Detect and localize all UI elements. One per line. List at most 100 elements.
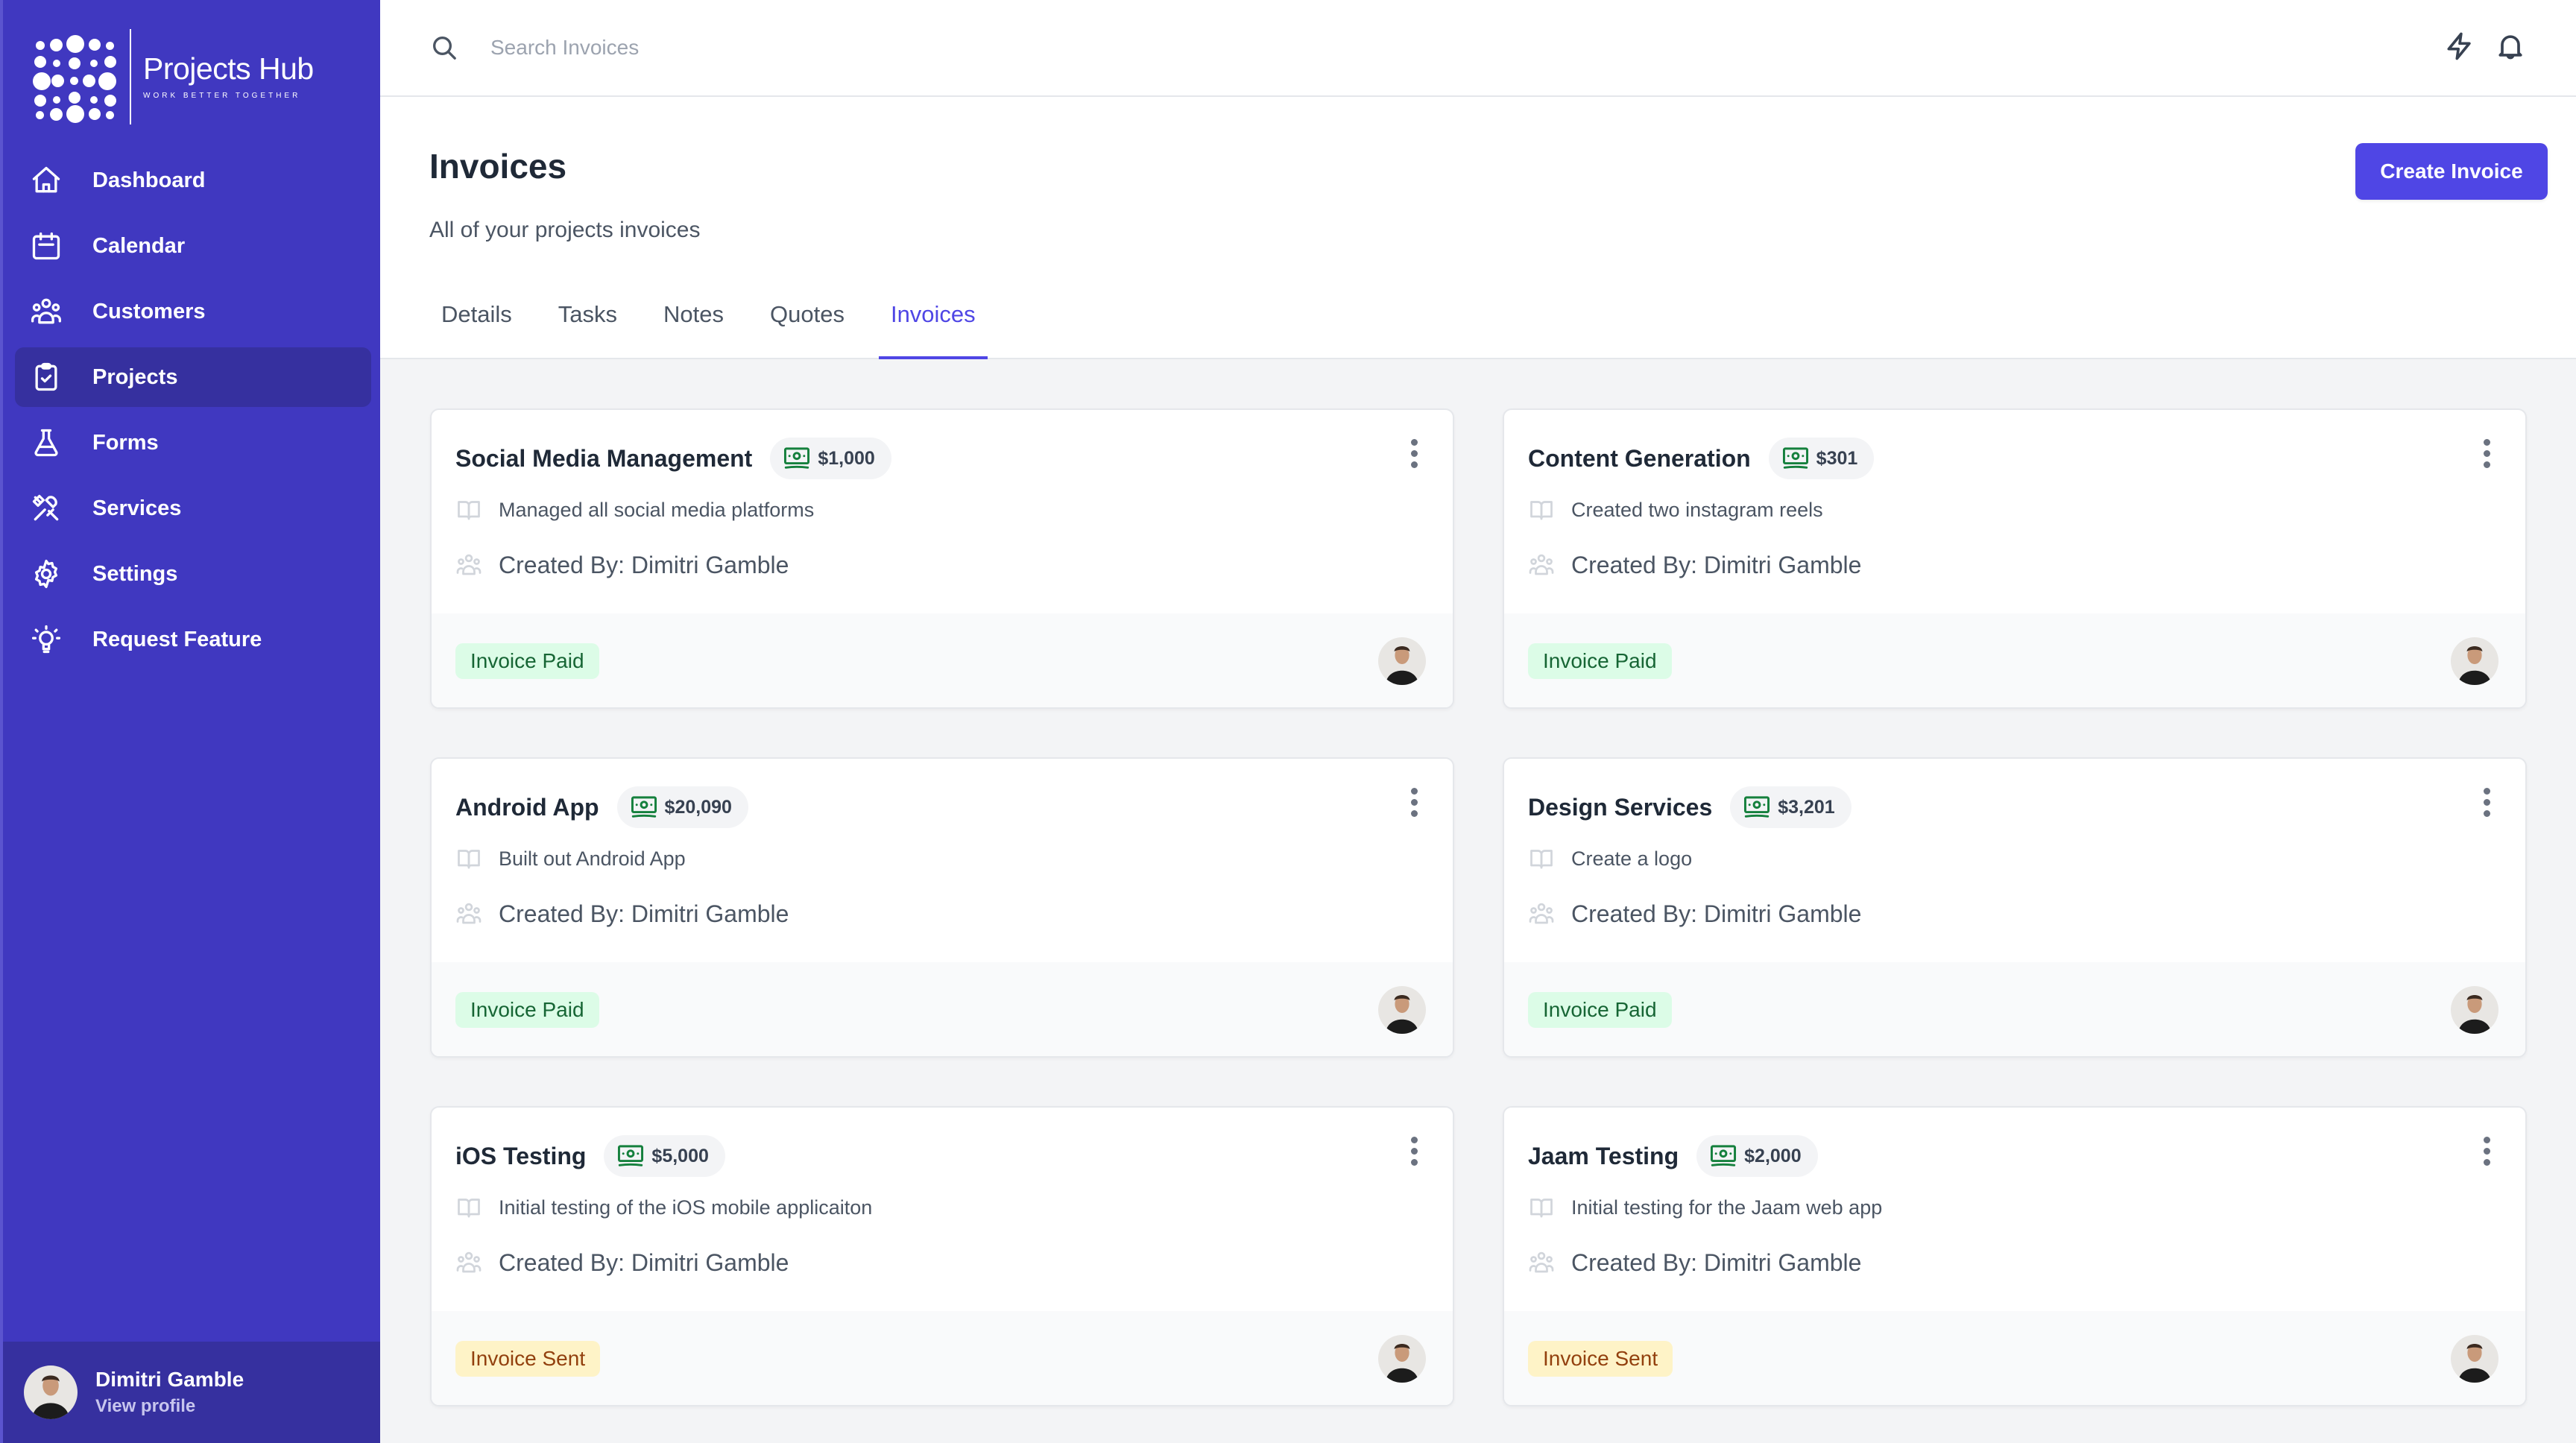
avatar[interactable] — [2451, 1335, 2498, 1383]
lightning-icon[interactable] — [2443, 30, 2476, 63]
invoice-card[interactable]: iOS Testing $5,000 Initial testing of th… — [430, 1106, 1454, 1406]
card-menu-button[interactable] — [2478, 781, 2496, 823]
invoice-description: Initial testing for the Jaam web app — [1571, 1196, 1883, 1219]
view-profile-link[interactable]: View profile — [95, 1396, 244, 1417]
tab-details[interactable]: Details — [429, 291, 524, 358]
users-icon — [456, 903, 482, 924]
tab-tasks[interactable]: Tasks — [546, 291, 629, 358]
money-icon — [1744, 796, 1770, 818]
sidebar-item-customers[interactable]: Customers — [15, 282, 371, 341]
invoice-card[interactable]: Jaam Testing $2,000 Initial testing for … — [1503, 1106, 2527, 1406]
status-badge: Invoice Sent — [1528, 1341, 1673, 1377]
sidebar-item-label: Request Feature — [92, 627, 262, 651]
invoice-amount: $5,000 — [651, 1145, 709, 1166]
invoice-card[interactable]: Android App $20,090 Built out Android Ap… — [430, 757, 1454, 1058]
status-badge: Invoice Paid — [455, 643, 599, 679]
invoice-creator: Created By: Dimitri Gamble — [499, 551, 789, 578]
invoice-amount: $1,000 — [818, 447, 875, 469]
card-menu-button[interactable] — [1405, 432, 1423, 474]
beaker-icon — [34, 429, 58, 457]
users-icon — [1529, 554, 1554, 575]
invoice-title: Content Generation — [1528, 444, 1751, 472]
tab-notes[interactable]: Notes — [651, 291, 736, 358]
sidebar-item-dashboard[interactable]: Dashboard — [15, 151, 371, 210]
book-open-icon — [458, 501, 480, 520]
amount-badge: $5,000 — [604, 1135, 725, 1177]
dot — [2483, 1158, 2490, 1166]
invoice-creator: Created By: Dimitri Gamble — [1571, 1248, 1862, 1276]
dot — [1410, 449, 1418, 457]
topbar — [380, 0, 2576, 97]
tab-quotes[interactable]: Quotes — [758, 291, 856, 358]
book-open-icon — [1530, 850, 1553, 869]
dot — [1410, 1158, 1418, 1166]
user-profile-footer[interactable]: Dimitri Gamble View profile — [3, 1342, 380, 1443]
card-menu-button[interactable] — [1405, 781, 1423, 823]
invoice-description: Created two instagram reels — [1571, 498, 1823, 521]
sidebar-item-calendar[interactable]: Calendar — [15, 216, 371, 276]
avatar[interactable] — [1378, 986, 1426, 1034]
sidebar-item-forms[interactable]: Forms — [15, 413, 371, 473]
amount-badge: $301 — [1768, 438, 1875, 479]
amount-badge: $1,000 — [770, 438, 891, 479]
users-icon — [31, 298, 61, 324]
money-icon — [784, 447, 810, 469]
create-invoice-button[interactable]: Create Invoice — [2355, 143, 2548, 200]
logo-dots-icon — [33, 35, 116, 123]
invoice-description: Create a logo — [1571, 847, 1693, 870]
invoice-title: iOS Testing — [455, 1142, 587, 1169]
book-open-icon — [1530, 501, 1553, 520]
sidebar-item-label: Dashboard — [92, 168, 206, 192]
invoice-description: Managed all social media platforms — [499, 498, 815, 521]
bell-icon[interactable] — [2494, 30, 2527, 63]
dot — [2483, 461, 2490, 468]
card-menu-button[interactable] — [1405, 1130, 1423, 1172]
money-icon — [1782, 447, 1808, 469]
invoice-creator: Created By: Dimitri Gamble — [499, 900, 789, 927]
card-menu-button[interactable] — [2478, 432, 2496, 474]
sidebar-item-request-feature[interactable]: Request Feature — [15, 610, 371, 669]
page-subtitle: All of your projects invoices — [429, 218, 701, 242]
avatar[interactable] — [2451, 986, 2498, 1034]
tools-icon — [32, 494, 59, 521]
calendar-icon — [32, 232, 60, 260]
sidebar-item-services[interactable]: Services — [15, 479, 371, 538]
dot — [2483, 438, 2490, 446]
tab-invoices[interactable]: Invoices — [878, 291, 988, 359]
sidebar-item-label: Forms — [92, 430, 159, 455]
search-input[interactable] — [490, 30, 1161, 66]
invoice-creator: Created By: Dimitri Gamble — [499, 1248, 789, 1276]
sidebar-nav: Dashboard Calendar Customers Projects Fo… — [15, 151, 371, 675]
invoice-amount: $20,090 — [664, 796, 732, 818]
dot — [1410, 809, 1418, 817]
amount-badge: $20,090 — [616, 786, 748, 828]
page-title: Invoices — [429, 147, 567, 186]
avatar[interactable] — [2451, 637, 2498, 685]
home-icon — [32, 166, 60, 193]
gear-icon — [34, 559, 58, 589]
card-menu-button[interactable] — [2478, 1130, 2496, 1172]
sidebar-item-label: Projects — [92, 364, 178, 389]
invoice-card[interactable]: Social Media Management $1,000 Managed a… — [430, 408, 1454, 709]
dot — [2483, 809, 2490, 817]
status-badge: Invoice Paid — [1528, 643, 1672, 679]
book-open-icon — [458, 850, 480, 869]
sidebar-item-projects[interactable]: Projects — [15, 347, 371, 407]
sidebar: Projects Hub WORK BETTER TOGETHER Dashbo… — [0, 0, 380, 1443]
invoice-title: Android App — [455, 793, 599, 821]
invoice-card[interactable]: Content Generation $301 Created two inst… — [1503, 408, 2527, 709]
dot — [2483, 787, 2490, 795]
sidebar-item-settings[interactable]: Settings — [15, 544, 371, 604]
dot — [2483, 1147, 2490, 1155]
book-open-icon — [458, 1199, 480, 1218]
invoice-title: Design Services — [1528, 793, 1713, 821]
sidebar-item-label: Settings — [92, 561, 178, 586]
app-logo[interactable]: Projects Hub WORK BETTER TOGETHER — [33, 29, 314, 124]
avatar[interactable] — [1378, 637, 1426, 685]
user-name: Dimitri Gamble — [95, 1368, 244, 1391]
money-icon — [1711, 1145, 1737, 1166]
invoice-card[interactable]: Design Services $3,201 Create a logo Cre… — [1503, 757, 2527, 1058]
avatar[interactable] — [1378, 1335, 1426, 1383]
users-icon — [456, 554, 482, 575]
invoice-creator: Created By: Dimitri Gamble — [1571, 900, 1862, 927]
